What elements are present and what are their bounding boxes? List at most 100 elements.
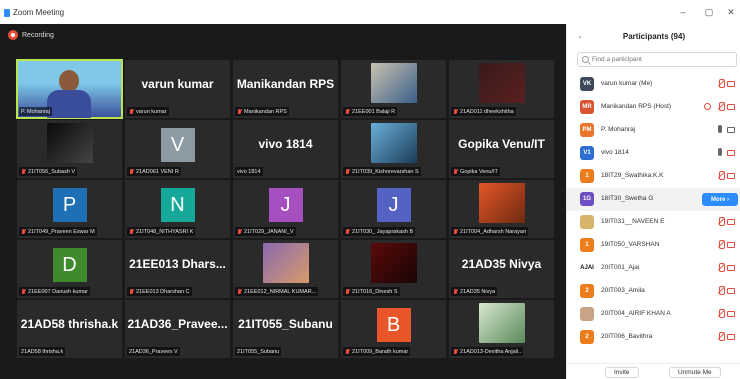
- tile-name-bar: vivo 1814: [235, 167, 263, 176]
- tile-name-bar: 21IT039_Kishorevarshan S: [343, 167, 421, 176]
- mic-muted-icon: [129, 168, 134, 175]
- participant-tile[interactable]: Gopika Venu/IT Gopika Venu/IT: [449, 120, 554, 178]
- mic-muted-icon: [345, 348, 350, 355]
- participant-tile[interactable]: 21AD36_Pravee... 21AD36_Praveen V: [125, 300, 230, 358]
- tile-name-label: 21IT030_ Jayaprakash B: [352, 228, 414, 235]
- video-off-icon[interactable]: [727, 150, 735, 156]
- participant-avatar: [580, 215, 594, 229]
- video-off-icon[interactable]: [727, 219, 735, 225]
- video-off-icon[interactable]: [727, 288, 735, 294]
- participant-row[interactable]: 20IT004_AIRIF KHAN A: [567, 303, 740, 326]
- participant-row[interactable]: 1G 18IT30_Swetha G More ›: [567, 188, 740, 211]
- tile-name-label: 21EE013 Dharshan C: [136, 288, 190, 295]
- participant-row[interactable]: 1 19IT050_VARSHAN: [567, 234, 740, 257]
- mic-muted-icon[interactable]: [718, 171, 725, 180]
- participant-tile[interactable]: 21AD013-Devitha Anjali..: [449, 300, 554, 358]
- participant-tile[interactable]: vivo 1814 vivo 1814: [233, 120, 338, 178]
- profile-picture: [370, 123, 417, 163]
- participant-name: P. Mohanraj: [601, 126, 636, 133]
- recording-indicator[interactable]: Recording: [8, 30, 54, 40]
- participant-name: varun kumar (Me): [601, 80, 653, 87]
- mic-muted-icon[interactable]: [718, 79, 725, 88]
- participant-tile[interactable]: 21IT004_Adharsh Narayan: [449, 180, 554, 238]
- gallery-view: Recording P. Mohanraj varun kumar varun ku…: [0, 24, 566, 379]
- tile-name-bar: 21EE007 Danush kumar: [19, 287, 90, 296]
- participant-search-input[interactable]: [592, 56, 732, 63]
- tile-name-bar: 21AD061 VENI R: [127, 167, 181, 176]
- invite-button[interactable]: Invite: [605, 367, 639, 378]
- tile-display-name: 21IT055_Subanu: [238, 317, 333, 331]
- participant-search[interactable]: [577, 52, 737, 67]
- video-off-icon[interactable]: [727, 173, 735, 179]
- mic-muted-icon[interactable]: [718, 217, 725, 226]
- participant-row[interactable]: 2 20IT006_Bavithra: [567, 326, 740, 349]
- participant-tile[interactable]: 21IT056_Subash V: [17, 120, 122, 178]
- participant-tile[interactable]: J 21IT030_ Jayaprakash B: [341, 180, 446, 238]
- participant-tile[interactable]: N 21IT048_NITHYASRI K: [125, 180, 230, 238]
- mic-muted-icon[interactable]: [718, 332, 725, 341]
- participant-tile[interactable]: 21IT016_Dinesh S: [341, 240, 446, 298]
- mic-muted-icon[interactable]: [718, 309, 725, 318]
- participant-tile[interactable]: D 21EE007 Danush kumar: [17, 240, 122, 298]
- participant-tile[interactable]: 21IT055_Subanu 21IT055_Subanu: [233, 300, 338, 358]
- zoom-app-icon: [4, 9, 10, 17]
- mic-muted-icon: [21, 228, 26, 235]
- video-off-icon[interactable]: [727, 311, 735, 317]
- video-off-icon[interactable]: [727, 242, 735, 248]
- close-button[interactable]: ✕: [724, 7, 738, 18]
- participant-tile[interactable]: B 21IT009_Barath kumar: [341, 300, 446, 358]
- more-button[interactable]: More ›: [702, 193, 738, 206]
- participant-tile[interactable]: 21EE013 Dhars... 21EE013 Dharshan C: [125, 240, 230, 298]
- tile-name-label: vivo 1814: [237, 168, 261, 175]
- participant-row[interactable]: V1 vivo 1814: [567, 142, 740, 165]
- participant-row[interactable]: 2 20IT003_Amila: [567, 280, 740, 303]
- participant-row[interactable]: VK varun kumar (Me): [567, 73, 740, 96]
- tile-name-label: 21IT049_Praveen Eswar M: [28, 228, 95, 235]
- video-off-icon[interactable]: [727, 334, 735, 340]
- tile-name-label: 21IT048_NITHYASRI K: [136, 228, 194, 235]
- restore-button[interactable]: ▢: [702, 7, 716, 18]
- participants-panel: ⌄ Participants (94) VK varun kumar (Me) MR…: [566, 24, 740, 379]
- tile-avatar: B: [376, 308, 411, 342]
- participant-tile[interactable]: 21AD58 thrisha.k 21AD58 thrisha.k: [17, 300, 122, 358]
- participant-tile[interactable]: J 21IT029_JANANI_V: [233, 180, 338, 238]
- video-off-icon[interactable]: [727, 104, 735, 110]
- participant-tile[interactable]: 21AD35 Nivya 21AD35 Nivya: [449, 240, 554, 298]
- tile-name-label: 21IT055_Subanu: [237, 348, 280, 355]
- participant-tile[interactable]: 21EE012_NIRMAL KUMAR...: [233, 240, 338, 298]
- participants-title: Participants (94): [622, 32, 686, 41]
- participant-tile[interactable]: varun kumar varun kumar: [125, 60, 230, 118]
- mic-muted-icon: [453, 108, 458, 115]
- participant-tile[interactable]: 21EE001 Balaji R: [341, 60, 446, 118]
- participant-tile[interactable]: Manikandan RPS Manikandan RPS: [233, 60, 338, 118]
- camera-video-body: [47, 90, 91, 118]
- participant-row[interactable]: PM P. Mohanraj: [567, 119, 740, 142]
- tile-name-bar: 21AD58 thrisha.k: [19, 347, 66, 356]
- participant-tile[interactable]: 21AD011 dheekshitha: [449, 60, 554, 118]
- video-off-icon[interactable]: [727, 265, 735, 271]
- mic-muted-icon[interactable]: [718, 240, 725, 249]
- mic-muted-icon[interactable]: [718, 286, 725, 295]
- participant-tile[interactable]: V 21AD061 VENI R: [125, 120, 230, 178]
- minimize-button[interactable]: –: [676, 7, 690, 17]
- participant-row[interactable]: AJAI 20IT001_Ajai: [567, 257, 740, 280]
- mic-icon[interactable]: [718, 148, 722, 156]
- mic-muted-icon[interactable]: [718, 263, 725, 272]
- participant-name: 18IT29_Swathika.K.K: [601, 172, 664, 179]
- video-on-icon[interactable]: [727, 127, 735, 133]
- participant-tile[interactable]: P. Mohanraj: [16, 59, 123, 119]
- participant-avatar: VK: [580, 77, 594, 91]
- participant-tile[interactable]: 21IT039_Kishorevarshan S: [341, 120, 446, 178]
- mic-muted-icon[interactable]: [718, 102, 725, 111]
- participant-row[interactable]: MR Manikandan RPS (Host): [567, 96, 740, 119]
- participant-row[interactable]: 1 18IT29_Swathika.K.K: [567, 165, 740, 188]
- mic-icon[interactable]: [718, 125, 722, 133]
- mic-muted-icon: [345, 168, 350, 175]
- tile-name-bar: 21AD013-Devitha Anjali..: [451, 347, 524, 356]
- video-off-icon[interactable]: [727, 81, 735, 87]
- participant-name: 19IT031__NAVEEN E: [601, 218, 665, 225]
- tile-name-label: 21IT039_Kishorevarshan S: [352, 168, 419, 175]
- participant-row[interactable]: 19IT031__NAVEEN E: [567, 211, 740, 234]
- unmute-me-button[interactable]: Unmute Me: [669, 367, 721, 378]
- participant-tile[interactable]: P 21IT049_Praveen Eswar M: [17, 180, 122, 238]
